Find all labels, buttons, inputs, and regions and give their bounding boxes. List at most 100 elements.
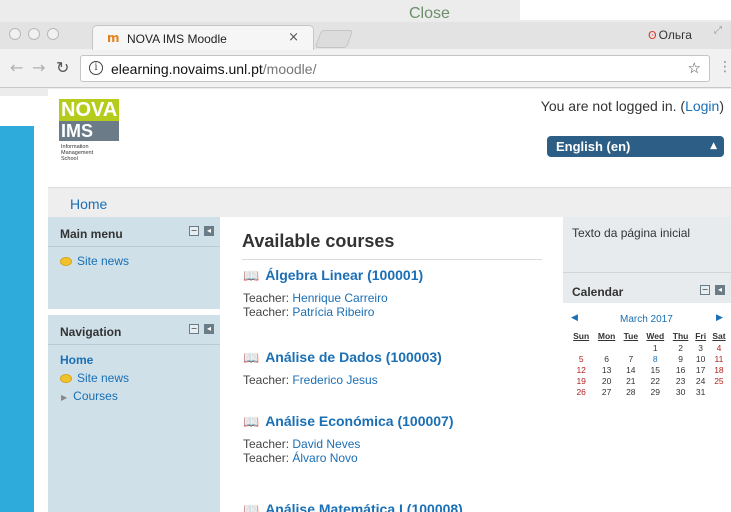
course-link[interactable]: 📖 Análise de Dados (100003) (243, 349, 543, 366)
calendar-day[interactable]: 15 (642, 364, 669, 375)
calendar-block: ◀ March 2017 ▶ Sun Mon Tue Wed Thu Fri S… (563, 303, 731, 512)
calendar-empty-day (569, 342, 593, 353)
teacher-link[interactable]: Frederico Jesus (292, 373, 377, 387)
breadcrumb-home-link[interactable]: Home (70, 196, 107, 212)
teacher-link[interactable]: Álvaro Novo (292, 451, 357, 465)
calendar-day[interactable]: 12 (569, 364, 593, 375)
calendar-day[interactable]: 16 (669, 364, 693, 375)
calendar-day[interactable]: 18 (709, 364, 729, 375)
new-tab-button[interactable] (314, 30, 354, 48)
course-link[interactable]: 📖 Análise Económica (100007) (243, 413, 543, 430)
bookmark-star-icon[interactable]: ☆ (688, 59, 701, 77)
weekday-label: Tue (623, 331, 639, 341)
teacher-label: Teacher: (243, 451, 293, 465)
expand-triangle-icon: ▶ (61, 393, 68, 402)
main-menu-title: Main menu (60, 227, 123, 241)
nav-site-news[interactable]: Site news (60, 371, 129, 385)
calendar-day[interactable]: 5 (569, 353, 593, 364)
nav-courses[interactable]: ▶ Courses (61, 389, 118, 403)
calendar-day[interactable]: 6 (593, 353, 619, 364)
calendar-day[interactable]: 31 (692, 386, 708, 397)
course-item: 📖 Análise Económica (100007) Teacher: Dav… (243, 413, 543, 465)
calendar-month-link[interactable]: March 2017 (620, 314, 673, 325)
next-month-icon[interactable]: ▶ (716, 313, 723, 323)
calendar-day[interactable]: 23 (669, 375, 693, 386)
browser-menu-icon[interactable]: ⋮ (718, 59, 731, 75)
tab-strip: m NOVA IMS Moodle × ʘ Ольга ⤢ (0, 22, 731, 50)
calendar-day[interactable]: 20 (593, 375, 619, 386)
calendar-day[interactable]: 8 (642, 353, 669, 364)
calendar-day[interactable]: 14 (620, 364, 642, 375)
course-link[interactable]: 📖 Álgebra Linear (100001) (243, 267, 543, 284)
calendar-day[interactable]: 11 (709, 353, 729, 364)
profile-button[interactable]: ʘ Ольга (648, 28, 692, 42)
content-area: Main menu − ◂ Site news Navigation − ◂ H… (48, 217, 731, 512)
calendar-day[interactable]: 7 (620, 353, 642, 364)
weekday-label: Sat (712, 331, 726, 341)
calendar-empty-day (709, 386, 729, 397)
logo-ims: IMS (59, 121, 119, 141)
teacher-label: Teacher: (243, 373, 293, 387)
info-icon[interactable]: i (89, 61, 103, 75)
window-close-button[interactable] (9, 28, 21, 40)
calendar-day[interactable]: 17 (692, 364, 708, 375)
language-select[interactable]: English (en) ▲ ▼ (547, 136, 724, 172)
window-zoom-button[interactable] (47, 28, 59, 40)
window-minimize-button[interactable] (28, 28, 40, 40)
calendar-day[interactable]: 3 (692, 342, 708, 353)
calendar-day[interactable]: 10 (692, 353, 708, 364)
address-bar[interactable]: i elearning.novaims.unl.pt/moodle/ ☆ (80, 55, 710, 82)
calendar-day[interactable]: 19 (569, 375, 593, 386)
nav-home-link[interactable]: Home (60, 353, 93, 367)
calendar-week-row: 1234 (569, 342, 729, 353)
calendar-day[interactable]: 27 (593, 386, 619, 397)
backdrop-close-link[interactable]: Close (409, 5, 450, 23)
calendar-day[interactable]: 13 (593, 364, 619, 375)
calendar-day[interactable]: 21 (620, 375, 642, 386)
prev-month-icon[interactable]: ◀ (571, 313, 578, 323)
teacher-link[interactable]: Patrícia Ribeiro (292, 305, 374, 319)
calendar-day[interactable]: 29 (642, 386, 669, 397)
collapse-icon[interactable]: − (189, 226, 199, 236)
reload-icon[interactable]: ↻ (56, 58, 69, 77)
back-arrow-icon[interactable]: ← (10, 58, 23, 77)
tab-title: NOVA IMS Moodle (127, 32, 227, 46)
teacher-line: Teacher: David Neves (243, 437, 543, 451)
calendar-day[interactable]: 28 (620, 386, 642, 397)
calendar-day[interactable]: 4 (709, 342, 729, 353)
calendar-day[interactable]: 24 (692, 375, 708, 386)
dock-icon[interactable]: ◂ (204, 226, 214, 236)
calendar-day[interactable]: 26 (569, 386, 593, 397)
url-path: /moodle/ (262, 61, 317, 77)
teacher-link[interactable]: David Neves (292, 437, 360, 451)
dock-icon[interactable]: ◂ (204, 324, 214, 334)
fullscreen-icon[interactable]: ⤢ (714, 25, 722, 36)
login-link[interactable]: Login (685, 98, 719, 114)
frontpage-text: Texto da página inicial (572, 226, 691, 240)
course-item: 📖 Análise de Dados (100003) Teacher: Fred… (243, 349, 543, 387)
collapse-icon[interactable]: − (189, 324, 199, 334)
course-link[interactable]: 📖 Análise Matemática I (100008) (243, 501, 543, 512)
calendar-day[interactable]: 30 (669, 386, 693, 397)
course-name: Análise Matemática I (100008) (265, 501, 463, 512)
dock-icon[interactable]: ◂ (715, 285, 725, 295)
main-menu-site-news[interactable]: Site news (60, 254, 129, 268)
browser-tab[interactable]: m NOVA IMS Moodle × (92, 25, 314, 50)
collapse-icon[interactable]: − (700, 285, 710, 295)
login-info-close: ) (719, 98, 724, 114)
calendar-day[interactable]: 1 (642, 342, 669, 353)
page-title: Available courses (242, 231, 542, 260)
language-value: English (en) (556, 139, 631, 154)
forward-arrow-icon[interactable]: → (32, 58, 45, 77)
forum-icon (60, 257, 72, 267)
calendar-day[interactable]: 9 (669, 353, 693, 364)
calendar-day[interactable]: 22 (642, 375, 669, 386)
calendar-day[interactable]: 25 (709, 375, 729, 386)
nova-ims-logo[interactable]: NOVA IMS Information Management School (59, 99, 119, 175)
teacher-label: Teacher: (243, 437, 293, 451)
calendar-week-row: 26 27 28 29 30 31 (569, 386, 729, 397)
teacher-link[interactable]: Henrique Carreiro (292, 291, 387, 305)
calendar-day[interactable]: 2 (669, 342, 693, 353)
breadcrumb: Home (48, 187, 731, 217)
tab-close-icon[interactable]: × (288, 30, 299, 45)
